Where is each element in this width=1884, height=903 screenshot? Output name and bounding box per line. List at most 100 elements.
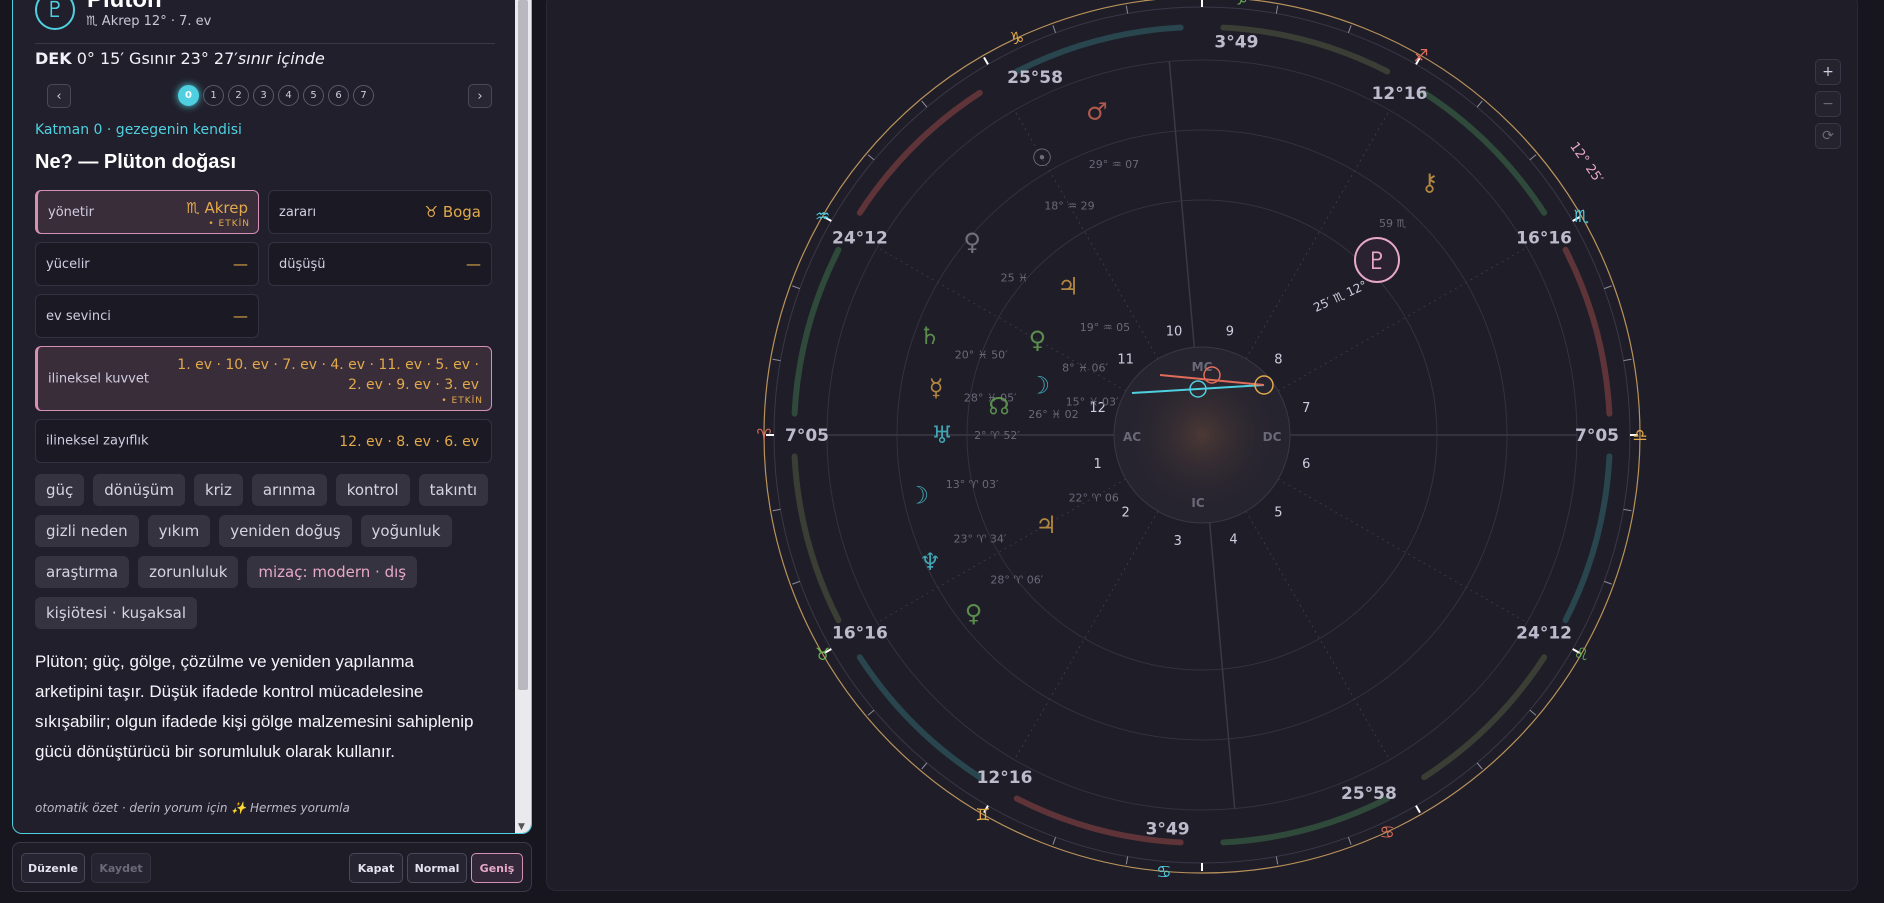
accidental-strength-value: 1. ev · 10. ev · 7. ev · 4. ev · 11. ev … <box>177 355 479 395</box>
scorpio-icon: ♏ <box>86 14 98 29</box>
zodiac-tick <box>921 100 928 108</box>
zodiac-segment-arc <box>1421 654 1548 781</box>
detriment-value: ♉ Boga <box>425 203 481 221</box>
zodiac-tick <box>1529 154 1537 161</box>
zodiac-tick <box>1347 837 1352 845</box>
planet-degree-label: 22° ♈ 06 <box>1069 492 1119 505</box>
scroll-down-icon[interactable]: ▼ <box>518 822 525 832</box>
prev-layer-button[interactable]: ‹ <box>47 84 71 108</box>
layer-dot[interactable]: 7 <box>353 85 374 106</box>
planet-degree-label: 20° ♓ 50′ <box>955 349 1008 362</box>
house-joy-cell[interactable]: ev sevinci — <box>35 294 259 338</box>
keyword-tag[interactable]: kriz <box>193 474 243 506</box>
reset-view-icon[interactable]: ⟳ <box>1815 123 1841 149</box>
accidental-weakness-cell[interactable]: ilineksel zayıflık 12. ev · 8. ev · 6. e… <box>35 419 492 463</box>
keyword-tag[interactable]: kişiötesi · kuşaksal <box>35 597 198 629</box>
layer-dots: 01234567 <box>178 85 374 106</box>
scrollbar-thumb[interactable] <box>518 0 528 690</box>
keyword-tag[interactable]: yeniden doğuş <box>219 515 352 547</box>
layer-dot[interactable]: 4 <box>278 85 299 106</box>
zodiac-sign-icon: ♏ <box>1574 207 1589 227</box>
rulership-value: ♏ Akrep <box>186 199 248 217</box>
keyword-tag[interactable]: yıkım <box>147 515 211 547</box>
keyword-tag[interactable]: arınma <box>251 474 327 506</box>
layer-dot[interactable]: 0 <box>178 85 199 106</box>
fall-cell[interactable]: düşüşü — <box>268 242 492 286</box>
decan-line: DEK 0° 15′ Gsınır 23° 27′sınır içinde <box>35 49 325 68</box>
divider <box>35 43 495 44</box>
keyword-tag[interactable]: yoğunluk <box>360 515 452 547</box>
panel-scrollbar[interactable]: ▼ <box>515 0 531 833</box>
planet-degree-label: 2° ♈ 52′ <box>974 429 1020 442</box>
cusp-degree-label: 7°05 <box>785 426 829 446</box>
zoom-out-button[interactable]: − <box>1815 91 1841 117</box>
detriment-cell[interactable]: zararı ♉ Boga <box>268 190 492 234</box>
rulership-sign: Akrep <box>204 199 248 217</box>
zodiac-tick <box>1604 285 1612 290</box>
planet-degree-label: 18° ♒ 29 <box>1044 200 1094 213</box>
edit-button[interactable]: Düzenle <box>21 853 85 883</box>
layer-dot[interactable]: 2 <box>228 85 249 106</box>
summary-footnote[interactable]: otomatik özet · derin yorum için ✨ Herme… <box>35 801 350 815</box>
fall-value: — <box>466 255 481 273</box>
zodiac-tick <box>1347 25 1352 33</box>
planet-detail-panel: ♇ Plüton ♏ Akrep 12° · 7. ev DEK 0° 15′ … <box>12 0 532 834</box>
zodiac-sign-icon: ♒ <box>815 207 830 227</box>
cusp-degree-label: 16°16 <box>832 624 888 644</box>
descendant-label: DC <box>1263 430 1282 444</box>
close-size-button[interactable]: Kapat <box>349 853 403 883</box>
decan-label: DEK <box>35 49 72 68</box>
keyword-tag[interactable]: araştırma <box>35 556 130 588</box>
zodiac-tick <box>1476 762 1483 770</box>
layer-dot[interactable]: 3 <box>253 85 274 106</box>
house-number: 5 <box>1274 505 1282 520</box>
planet-degree-label: 13° ♈ 03′ <box>946 478 999 491</box>
zodiac-sign-icon: ♋ <box>1379 823 1394 843</box>
planet-glyph-icon: ⚷ <box>1421 168 1439 196</box>
keyword-tag[interactable]: gizli neden <box>35 515 139 547</box>
planet-degree-label: 19° ♒ 05 <box>1080 321 1130 334</box>
ascendant-label: AC <box>1123 430 1141 444</box>
house-cusp-line <box>1208 522 1236 809</box>
rulership-cell[interactable]: yönetir ♏ Akrep • ETKİN <box>35 190 259 234</box>
zodiac-segment-arc <box>856 89 983 216</box>
exaltation-cell[interactable]: yücelir — <box>35 242 259 286</box>
planet-degree-label: 15° ♓ 03′ <box>1066 395 1119 408</box>
zodiac-sign-icon: ♎ <box>1632 426 1647 446</box>
next-layer-button[interactable]: › <box>468 84 492 108</box>
layer-dot[interactable]: 1 <box>203 85 224 106</box>
layer-dot[interactable]: 5 <box>303 85 324 106</box>
keyword-tag[interactable]: takıntı <box>418 474 489 506</box>
section-title: Ne? — Plüton doğası <box>35 151 237 173</box>
planet-degree-label: 23° ♈ 34′ <box>954 533 1007 546</box>
house-cusp-line <box>1245 109 1390 360</box>
zodiac-tick <box>772 508 781 512</box>
detriment-sign: Boga <box>442 203 481 221</box>
exaltation-label: yücelir <box>46 256 90 272</box>
zodiac-tick <box>1275 856 1279 865</box>
layer-dot[interactable]: 6 <box>328 85 349 106</box>
keyword-tag[interactable]: dönüşüm <box>93 474 185 506</box>
save-button[interactable]: Kaydet <box>91 853 151 883</box>
natal-chart-wheel[interactable]: 7°05♈16°16♉12°16♊3°49♋25°58♋24°12♌7°05 ♎1… <box>547 0 1859 892</box>
keyword-tag[interactable]: mizaç: modern · dış <box>247 556 418 588</box>
keyword-tag[interactable]: zorunluluk <box>138 556 239 588</box>
house-number: 11 <box>1117 353 1134 368</box>
zodiac-segment-arc <box>856 654 983 781</box>
keyword-tag[interactable]: kontrol <box>335 474 410 506</box>
normal-size-button[interactable]: Normal <box>407 853 467 883</box>
zoom-in-button[interactable]: + <box>1815 59 1841 85</box>
accidental-weakness-label: ilineksel zayıflık <box>46 433 149 449</box>
planet-degree-label: 59 ♏ <box>1379 217 1406 230</box>
planet-degree-label: 29° ♒ 07 <box>1089 158 1139 171</box>
rulership-label: yönetir <box>48 204 94 220</box>
keyword-tag[interactable]: güç <box>35 474 85 506</box>
zodiac-sign-icon: ♈ <box>756 426 771 446</box>
planet-glyph-icon: ☽ <box>1029 371 1051 399</box>
accidental-strength-cell[interactable]: ilineksel kuvvet 1. ev · 10. ev · 7. ev … <box>35 346 492 411</box>
planet-position-text: Akrep 12° · 7. ev <box>101 14 212 29</box>
cusp-degree-label: 24°12 <box>1516 624 1572 644</box>
wide-size-button[interactable]: Geniş <box>471 853 523 883</box>
pluto-icon: ♇ <box>1366 247 1388 275</box>
cusp-degree-label: 24°12 <box>832 229 888 249</box>
